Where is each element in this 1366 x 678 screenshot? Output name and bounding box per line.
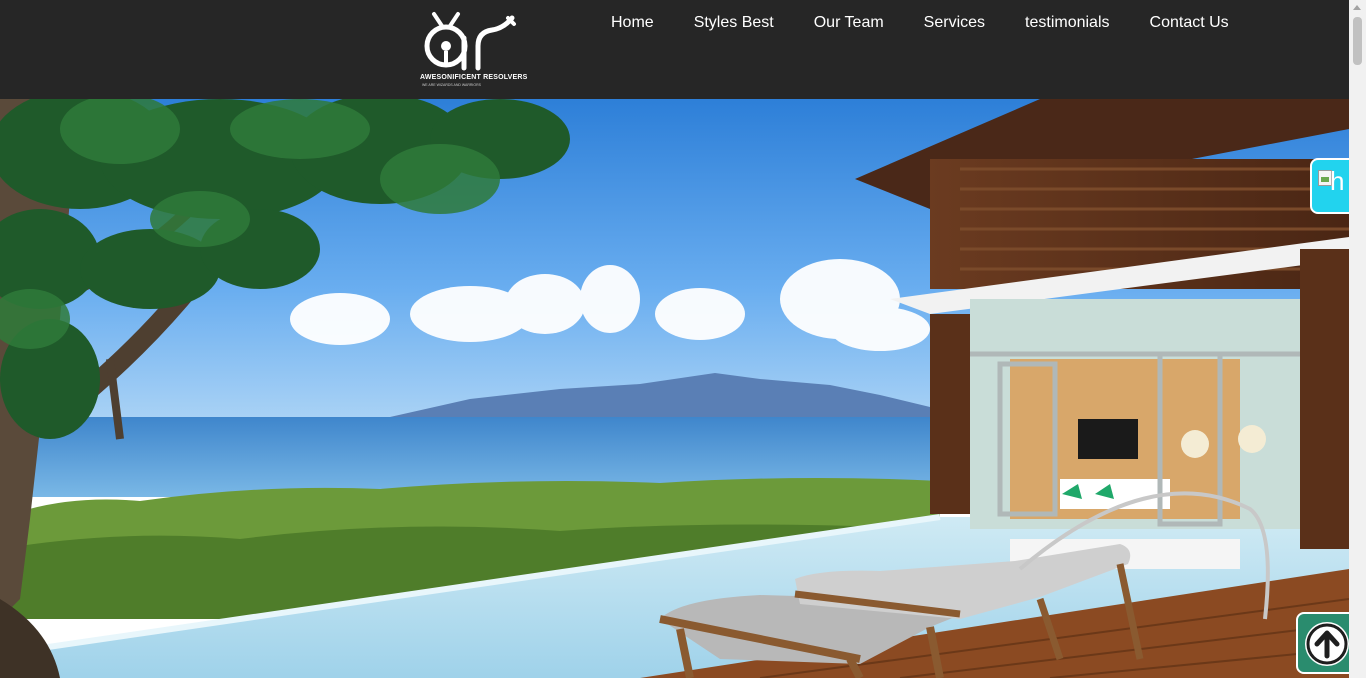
logo-monogram-icon (424, 12, 516, 71)
arrow-up-icon (1305, 622, 1349, 666)
main-nav: Home Styles Best Our Team Services testi… (591, 13, 1249, 33)
scrollbar-thumb[interactable] (1353, 17, 1362, 65)
nav-contact-us[interactable]: Contact Us (1130, 13, 1249, 33)
site-header: AWESONIFICENT RESOLVERS WE ARE WIZARDS A… (0, 0, 1349, 99)
hero-photo (0, 99, 1349, 678)
scroll-to-top-button[interactable] (1296, 612, 1349, 674)
nav-home[interactable]: Home (591, 13, 674, 33)
page-scrollbar[interactable] (1349, 0, 1366, 678)
logo-tagline: WE ARE WIZARDS AND WARRIORS (422, 83, 481, 87)
hero-banner (0, 99, 1349, 678)
widget-alt-text: h (1330, 166, 1345, 196)
scroll-up-arrow-icon[interactable] (1353, 5, 1361, 10)
page: AWESONIFICENT RESOLVERS WE ARE WIZARDS A… (0, 0, 1349, 678)
site-logo[interactable]: AWESONIFICENT RESOLVERS WE ARE WIZARDS A… (420, 8, 528, 88)
logo-company-name: AWESONIFICENT RESOLVERS (420, 74, 528, 81)
floating-side-widget[interactable]: h (1310, 158, 1349, 214)
nav-testimonials[interactable]: testimonials (1005, 13, 1129, 33)
nav-our-team[interactable]: Our Team (794, 13, 904, 33)
nav-services[interactable]: Services (904, 13, 1005, 33)
nav-styles-best[interactable]: Styles Best (674, 13, 794, 33)
